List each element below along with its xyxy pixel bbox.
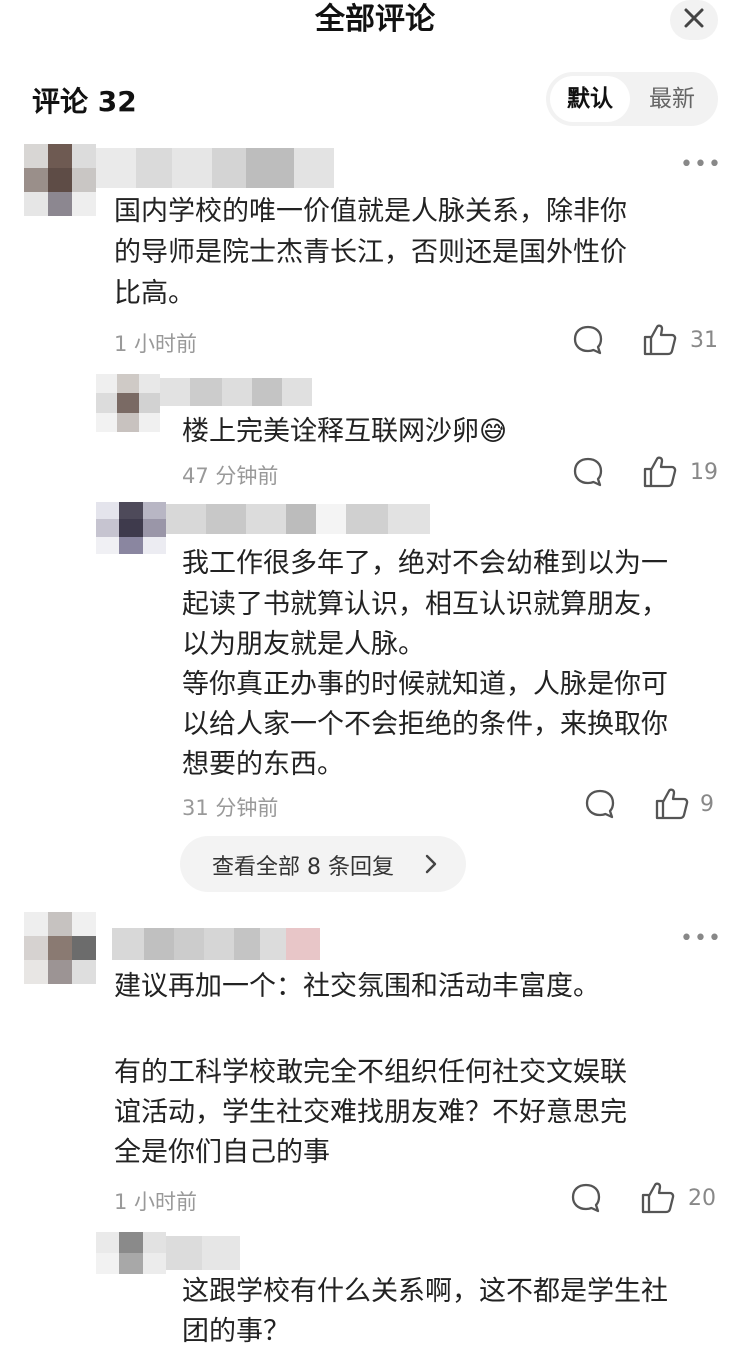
- comment-bubble-icon[interactable]: [572, 324, 604, 356]
- username-blurred[interactable]: [166, 504, 430, 534]
- reply-text-line: 起读了书就算认识，相互认识就算朋友，: [182, 589, 668, 620]
- close-icon: [684, 8, 704, 28]
- thumbs-up-icon[interactable]: [654, 786, 690, 822]
- avatar[interactable]: [96, 374, 160, 432]
- like-count: 31: [690, 328, 718, 353]
- thumbs-up-icon[interactable]: [642, 454, 678, 490]
- comment-count-row: 评论 32 默认 最新: [0, 72, 750, 126]
- reply-text-line: 楼上完美诠释互联网沙卵😅: [182, 416, 508, 447]
- thumbs-up-icon[interactable]: [642, 322, 678, 358]
- comment-text-line: 建议再加一个：社交氛围和活动丰富度。: [114, 971, 600, 1002]
- reply-text-line: 以为朋友就是人脉。: [182, 629, 425, 660]
- username-blurred[interactable]: [160, 378, 312, 406]
- comment-text-line: 全是你们自己的事: [114, 1137, 330, 1168]
- header-bar: 全部评论: [0, 0, 750, 44]
- username-blurred[interactable]: [112, 928, 320, 960]
- reply-text-line: 这跟学校有什么关系啊，这不都是学生社: [182, 1276, 668, 1307]
- reply-time: 31 分钟前: [182, 796, 279, 820]
- username-blurred[interactable]: [96, 148, 334, 188]
- sort-latest-option[interactable]: 最新: [632, 76, 712, 122]
- comment-bubble-icon[interactable]: [584, 788, 616, 820]
- comment-text-line: 比高。: [114, 278, 195, 309]
- like-count: 9: [700, 792, 714, 817]
- comment-text-line: 谊活动，学生社交难找朋友难？不好意思完: [114, 1097, 627, 1128]
- sort-toggle: 默认 最新: [546, 72, 718, 126]
- close-button[interactable]: [670, 0, 718, 40]
- reply-time: 47 分钟前: [182, 464, 279, 488]
- like-count: 20: [688, 1186, 716, 1211]
- view-all-replies-label: 查看全部 8 条回复: [212, 855, 394, 880]
- comment-time: 1 小时前: [114, 332, 198, 356]
- comment-bubble-icon[interactable]: [572, 456, 604, 488]
- comment-bubble-icon[interactable]: [570, 1182, 602, 1214]
- avatar[interactable]: [24, 912, 96, 984]
- comment-count: 评论 32: [32, 85, 137, 118]
- like-count: 19: [690, 460, 718, 485]
- reply-text-line: 我工作很多年了，绝对不会幼稚到以为一: [182, 548, 668, 579]
- reply-text-line: 团的事？: [182, 1316, 290, 1347]
- view-all-replies-button[interactable]: 查看全部 8 条回复: [180, 836, 466, 892]
- reply-text-line: 想要的东西。: [182, 749, 344, 780]
- avatar[interactable]: [96, 502, 166, 554]
- reply-text-line: 等你真正办事的时候就知道，人脉是你可: [182, 669, 668, 700]
- avatar[interactable]: [24, 144, 96, 216]
- thumbs-up-icon[interactable]: [640, 1180, 676, 1216]
- avatar[interactable]: [96, 1232, 166, 1274]
- comment-text-line: 的导师是院士杰青长江，否则还是国外性价: [114, 237, 627, 268]
- chevron-right-icon: [425, 854, 437, 874]
- comment-text-line: 国内学校的唯一价值就是人脉关系，除非你: [114, 196, 627, 227]
- reply-text-line: 以给人家一个不会拒绝的条件，来换取你: [182, 709, 668, 740]
- comment-time: 1 小时前: [114, 1190, 198, 1214]
- more-options-button[interactable]: •••: [680, 152, 722, 177]
- page-title: 全部评论: [315, 2, 435, 37]
- comment-text-line: 有的工科学校敢完全不组织任何社交文娱联: [114, 1057, 627, 1088]
- username-blurred[interactable]: [166, 1236, 240, 1270]
- sort-default-option[interactable]: 默认: [550, 76, 630, 122]
- more-options-button[interactable]: •••: [680, 926, 722, 951]
